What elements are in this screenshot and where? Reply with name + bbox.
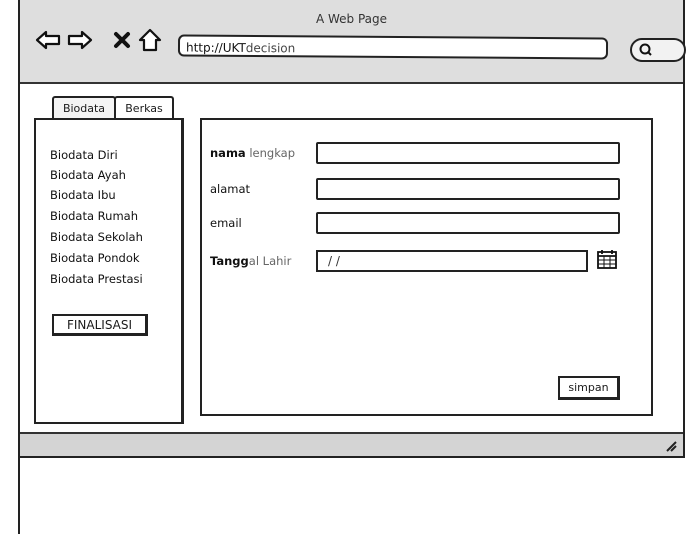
- sidebar-item-biodata-ayah[interactable]: Biodata Ayah: [50, 168, 126, 182]
- sidebar-item-biodata-sekolah[interactable]: Biodata Sekolah: [50, 230, 143, 244]
- status-bar: [20, 432, 683, 456]
- tanggal-lahir-input[interactable]: / /: [316, 250, 588, 272]
- resize-grip-icon[interactable]: [663, 438, 677, 452]
- finalisasi-button[interactable]: FINALISASI: [52, 314, 148, 336]
- sidebar-item-biodata-prestasi[interactable]: Biodata Prestasi: [50, 272, 143, 286]
- calendar-icon[interactable]: [596, 248, 618, 270]
- forward-arrow-icon[interactable]: [66, 26, 94, 54]
- email-label: email: [210, 216, 242, 230]
- sidebar-item-biodata-pondok[interactable]: Biodata Pondok: [50, 251, 140, 265]
- window-title: A Web Page: [315, 12, 388, 26]
- simpan-button[interactable]: simpan: [558, 376, 620, 400]
- tanggal-lahir-label: Tanggal Lahir: [210, 254, 292, 268]
- url-bar[interactable]: http://UKTdecision: [177, 34, 609, 60]
- url-path: decision: [245, 40, 296, 56]
- back-arrow-icon[interactable]: [34, 26, 62, 54]
- search-box[interactable]: [630, 38, 686, 62]
- home-icon[interactable]: [136, 26, 164, 54]
- search-icon: [639, 43, 652, 56]
- tab-berkas[interactable]: Berkas: [114, 96, 174, 118]
- nama-lengkap-input[interactable]: [316, 142, 620, 164]
- tab-biodata[interactable]: Biodata: [52, 96, 116, 118]
- email-input[interactable]: [316, 212, 620, 234]
- alamat-label: alamat: [210, 182, 251, 196]
- sidebar-item-biodata-rumah[interactable]: Biodata Rumah: [50, 209, 138, 223]
- biodata-form: nama lengkap alamat email Tanggal Lahir …: [200, 118, 653, 416]
- close-x-icon[interactable]: [108, 26, 136, 54]
- sidebar-item-biodata-ibu[interactable]: Biodata Ibu: [50, 188, 116, 202]
- alamat-input[interactable]: [316, 178, 620, 200]
- browser-toolbar: A Web Page http://UKTdecision: [20, 0, 686, 84]
- url-protocol: http://UKT: [185, 40, 246, 55]
- nama-lengkap-label: nama lengkap: [210, 146, 296, 160]
- sidebar-menu: Biodata Diri Biodata Ayah Biodata Ibu Bi…: [34, 118, 184, 424]
- sidebar-item-biodata-diri[interactable]: Biodata Diri: [50, 148, 118, 162]
